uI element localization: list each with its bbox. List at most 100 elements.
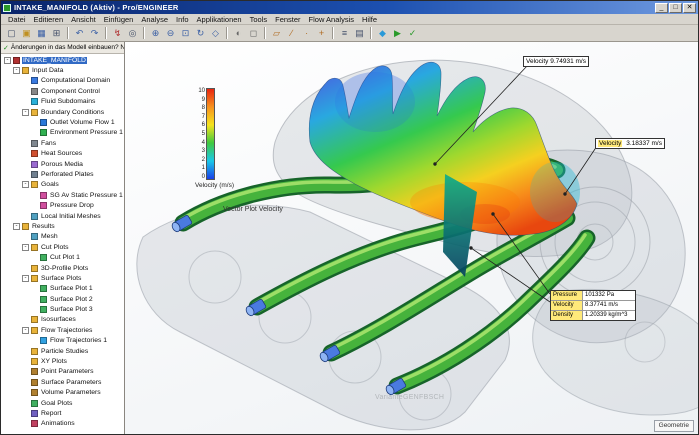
tree-item-environment-pressure-1[interactable]: Environment Pressure 1	[1, 128, 124, 138]
tree-item-boundary-conditions[interactable]: - Boundary Conditions	[1, 107, 124, 117]
legend-ticks: 10 9 8 7 6 5 4 3 2 1 0	[195, 88, 206, 180]
menu-einfügen[interactable]: Einfügen	[100, 15, 138, 24]
tree-item-local-initial-meshes[interactable]: Local Initial Meshes	[1, 211, 124, 221]
menu-flow-analysis[interactable]: Flow Analysis	[305, 15, 358, 24]
menu-analyse[interactable]: Analyse	[137, 15, 172, 24]
message-bar: ✓ Änderungen in das Modell einbauen? Nei…	[1, 42, 124, 54]
tree-toggle-icon[interactable]: -	[22, 243, 29, 251]
maximize-button[interactable]: □	[669, 2, 682, 13]
datum-point-icon[interactable]: ∙	[299, 26, 314, 40]
tree-item-heat-sources[interactable]: Heat Sources	[1, 149, 124, 159]
regenerate-icon[interactable]: ↯	[110, 26, 125, 40]
repaint-icon[interactable]: ↻	[193, 26, 208, 40]
tree-item-flow-trajectories-1[interactable]: Flow Trajectories 1	[1, 336, 124, 346]
tree-item-3d-profile-plots[interactable]: 3D-Profile Plots	[1, 263, 124, 273]
tree-toggle-icon[interactable]: -	[4, 56, 11, 64]
menu-fenster[interactable]: Fenster	[271, 15, 304, 24]
tree-item-outlet-volume-flow-1[interactable]: Outlet Volume Flow 1	[1, 117, 124, 127]
tree-item-component-control[interactable]: Component Control	[1, 86, 124, 96]
menu-ansicht[interactable]: Ansicht	[67, 15, 100, 24]
redo-icon[interactable]: ↷	[87, 26, 102, 40]
tree-item-point-parameters[interactable]: Point Parameters	[1, 367, 124, 377]
tree-item-label: Outlet Volume Flow 1	[50, 119, 115, 127]
tree-item-particle-studies[interactable]: Particle Studies	[1, 346, 124, 356]
minimize-button[interactable]: _	[655, 2, 668, 13]
tree-item-surface-parameters[interactable]: Surface Parameters	[1, 377, 124, 387]
save-icon[interactable]: ▦	[34, 26, 49, 40]
open-file-icon[interactable]: ▣	[19, 26, 34, 40]
zoom-out-icon[interactable]: ⊖	[163, 26, 178, 40]
tree-item-goal-plots[interactable]: Goal Plots	[1, 398, 124, 408]
refit-icon[interactable]: ⊡	[178, 26, 193, 40]
tree-toggle-icon[interactable]: -	[13, 67, 20, 75]
tree-item-perforated-plates[interactable]: Perforated Plates	[1, 169, 124, 179]
tree-item-animations[interactable]: Animations	[1, 419, 124, 429]
menu-datei[interactable]: Datei	[4, 15, 30, 24]
tree-item-surface-plot-3[interactable]: Surface Plot 3	[1, 304, 124, 314]
run-solver-icon[interactable]: ▶	[390, 26, 405, 40]
menu-tools[interactable]: Tools	[246, 15, 272, 24]
tree-toggle-icon[interactable]: -	[22, 181, 29, 189]
legend-tick-label: 8	[201, 105, 205, 112]
undo-icon[interactable]: ↶	[72, 26, 87, 40]
model-tree: - INTAKE_MANIFOLD - Input Data Computational…	[1, 54, 124, 434]
print-icon[interactable]: ⊞	[49, 26, 64, 40]
tree-toggle-icon[interactable]: -	[22, 326, 29, 334]
tree-item-sg-av-static-pressure-1[interactable]: SG Av Static Pressure 1	[1, 190, 124, 200]
menu-hilfe[interactable]: Hilfe	[358, 15, 381, 24]
app-logo-icon	[3, 3, 11, 12]
tree-item-flow-trajectories[interactable]: - Flow Trajectories	[1, 325, 124, 335]
tree-item-cut-plots[interactable]: - Cut Plots	[1, 242, 124, 252]
legend-tick-label: 0	[201, 173, 205, 180]
tree-item-fluid-subdomains[interactable]: Fluid Subdomains	[1, 97, 124, 107]
left-panel: ✓ Änderungen in das Modell einbauen? Nei…	[1, 42, 125, 434]
menu-editieren[interactable]: Editieren	[30, 15, 68, 24]
menu-info[interactable]: Info	[172, 15, 193, 24]
close-button[interactable]: ✕	[683, 2, 696, 13]
layers-icon[interactable]: ≡	[337, 26, 352, 40]
title-bar: INTAKE_MANIFOLD (Aktiv) - Pro/ENGINEER _…	[1, 1, 698, 14]
tree-item-fans[interactable]: Fans	[1, 138, 124, 148]
tree-item-computational-domain[interactable]: Computational Domain	[1, 76, 124, 86]
tree-item-pressure-drop[interactable]: Pressure Drop	[1, 200, 124, 210]
tree-toggle-icon[interactable]: -	[22, 274, 29, 282]
flow-analysis-icon[interactable]: ◆	[375, 26, 390, 40]
results-check-icon[interactable]: ✓	[405, 26, 420, 40]
search-icon[interactable]: ◎	[125, 26, 140, 40]
datum-axis-icon[interactable]: ∕	[284, 26, 299, 40]
tree-item-surface-plot-1[interactable]: Surface Plot 1	[1, 284, 124, 294]
datum-plane-icon[interactable]: ▱	[269, 26, 284, 40]
graphics-area[interactable]: 10 9 8 7 6 5 4 3 2 1 0 Velocity (m/s) Vector Plot …	[125, 42, 698, 434]
menu-applikationen[interactable]: Applikationen	[193, 15, 246, 24]
tree-item-goals[interactable]: - Goals	[1, 180, 124, 190]
tree-item-label: Surface Plot 2	[50, 295, 93, 303]
new-file-icon[interactable]: ▢	[4, 26, 19, 40]
wireframe-display-icon[interactable]: ◻	[246, 26, 261, 40]
saved-views-icon[interactable]: ◇	[208, 26, 223, 40]
tree-item-report[interactable]: Report	[1, 408, 124, 418]
tree-item-surface-plot-2[interactable]: Surface Plot 2	[1, 294, 124, 304]
zoom-in-icon[interactable]: ⊕	[148, 26, 163, 40]
tree-item-volume-parameters[interactable]: Volume Parameters	[1, 388, 124, 398]
model-tree-icon[interactable]: ▤	[352, 26, 367, 40]
tree-item-input-data[interactable]: - Input Data	[1, 65, 124, 75]
plot-caption: Vector Plot Velocity	[223, 206, 283, 213]
tree-item-intake-manifold[interactable]: - INTAKE_MANIFOLD	[1, 55, 124, 65]
menu-bar: Datei Editieren Ansicht Einfügen Analyse Info…	[1, 14, 698, 25]
shaded-display-icon[interactable]: ◐	[231, 26, 246, 40]
tree-item-isosurfaces[interactable]: Isosurfaces	[1, 315, 124, 325]
tree-toggle-icon[interactable]: -	[13, 222, 20, 230]
tree-item-cut-plot-1[interactable]: Cut Plot 1	[1, 252, 124, 262]
plot-icon	[40, 254, 47, 262]
report-icon	[31, 409, 38, 417]
tree-item-porous-media[interactable]: Porous Media	[1, 159, 124, 169]
tree-toggle-icon[interactable]: -	[22, 108, 29, 116]
anim-icon	[31, 420, 38, 428]
tree-item-results[interactable]: - Results	[1, 221, 124, 231]
tree-item-xy-plots[interactable]: XY Plots	[1, 356, 124, 366]
tree-item-surface-plots[interactable]: - Surface Plots	[1, 273, 124, 283]
probe-value: 1.20339 kg/m^3	[585, 312, 628, 318]
tree-item-mesh[interactable]: Mesh	[1, 232, 124, 242]
color-legend: 10 9 8 7 6 5 4 3 2 1 0 Velocity (m/s)	[195, 88, 241, 189]
coordinate-system-icon[interactable]: +	[314, 26, 329, 40]
